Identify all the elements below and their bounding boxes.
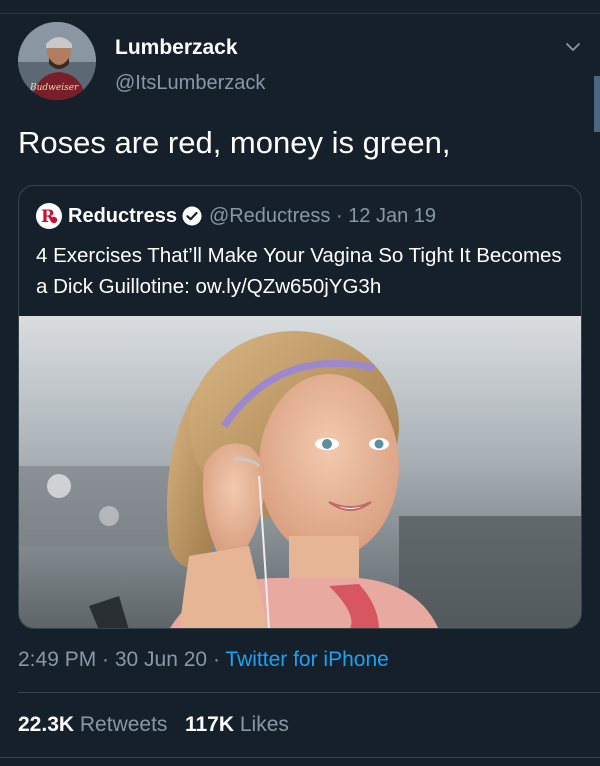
verified-badge-icon (182, 206, 202, 226)
bottom-divider (0, 757, 600, 758)
tweet-text: Roses are red, money is green, (18, 125, 451, 160)
tweet-source-link[interactable]: Twitter for iPhone (225, 648, 388, 671)
retweets-label: Retweets (79, 713, 168, 736)
tweet-stats: 22.3K Retweets 117K Likes (18, 713, 289, 737)
quoted-author-name[interactable]: Reductress (68, 205, 177, 228)
likes-stat[interactable]: 117K Likes (185, 713, 289, 736)
quoted-tweet-date: 12 Jan 19 (348, 204, 437, 227)
top-divider (0, 13, 600, 14)
likes-count: 117K (184, 713, 234, 736)
reductress-logo-icon: R (36, 203, 62, 229)
quoted-tweet-card[interactable]: R Reductress @Reductress · 12 Jan 19 4 E… (18, 185, 582, 629)
chevron-down-icon[interactable] (564, 38, 582, 56)
tweet-time-date: 2:49 PM · 30 Jun 20 · (18, 648, 226, 671)
quoted-author-handle[interactable]: @Reductress (209, 205, 330, 228)
tweet-header: Budweiser Lumberzack @ItsLumberzack (18, 22, 588, 102)
tweet-timestamp: 2:49 PM · 30 Jun 20 · Twitter for iPhone (18, 648, 389, 672)
retweets-stat[interactable]: 22.3K Retweets (18, 713, 167, 736)
svg-text:Budweiser: Budweiser (29, 83, 79, 93)
quoted-tweet-text: 4 Exercises That’ll Make Your Vagina So … (36, 244, 562, 298)
retweets-count: 22.3K (18, 713, 75, 736)
likes-label: Likes (239, 713, 289, 736)
stats-divider (18, 692, 600, 693)
scroll-indicator[interactable] (594, 76, 600, 132)
meta-separator: · (330, 204, 349, 227)
quoted-tweet-header: R Reductress @Reductress · 12 Jan 19 (36, 203, 436, 229)
author-handle[interactable]: @ItsLumberzack (115, 72, 265, 95)
avatar-photo-icon[interactable]: Budweiser (18, 22, 96, 100)
photo-woman-headband-icon[interactable] (19, 316, 581, 628)
author-display-name[interactable]: Lumberzack (115, 36, 238, 60)
